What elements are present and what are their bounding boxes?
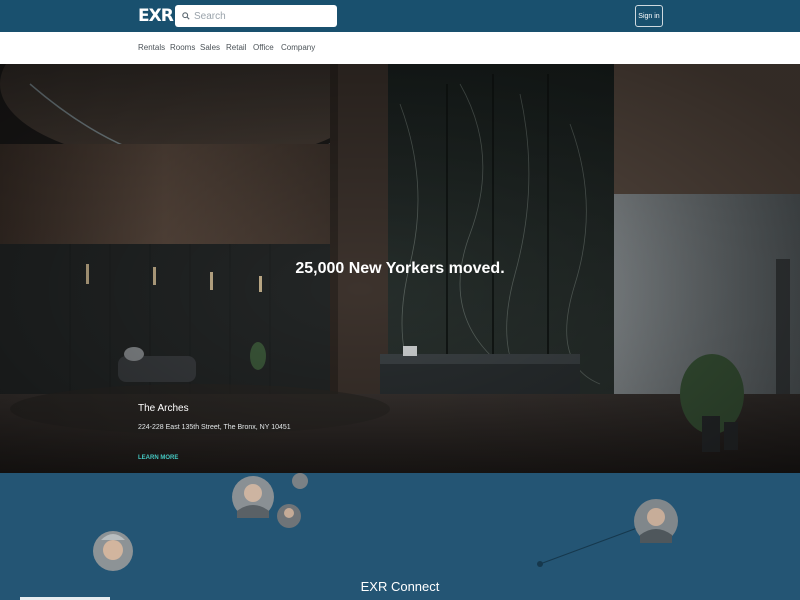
avatar <box>292 473 308 489</box>
search-input[interactable] <box>194 6 332 26</box>
main-nav: Rentals Rooms Sales Retail Office Compan… <box>0 32 800 64</box>
nav-item-company[interactable]: Company <box>281 43 315 52</box>
avatar <box>232 476 274 518</box>
avatar <box>634 499 678 543</box>
logo[interactable]: EXR <box>138 7 174 25</box>
property-address: 224-228 East 135th Street, The Bronx, NY… <box>138 424 291 431</box>
nav-item-rooms[interactable]: Rooms <box>170 43 195 52</box>
nav-item-office[interactable]: Office <box>253 43 274 52</box>
connect-title: EXR Connect <box>360 579 440 594</box>
learn-more-link[interactable]: LEARN MORE <box>138 455 178 461</box>
hero-headline: 25,000 New Yorkers moved. <box>295 260 505 277</box>
search-box[interactable] <box>175 5 337 27</box>
hero-banner: 25,000 New Yorkers moved. The Arches 224… <box>0 64 800 473</box>
search-icon <box>178 5 194 27</box>
nav-item-sales[interactable]: Sales <box>200 43 220 52</box>
sign-in-button[interactable]: Sign in <box>635 5 663 27</box>
top-bar: EXR Sign in <box>0 0 800 32</box>
nav-item-rentals[interactable]: Rentals <box>138 43 165 52</box>
connect-section: EXR Connect <box>0 473 800 600</box>
avatar <box>93 531 133 571</box>
property-name: The Arches <box>138 403 189 414</box>
avatar <box>277 504 301 528</box>
nav-item-retail[interactable]: Retail <box>226 43 246 52</box>
